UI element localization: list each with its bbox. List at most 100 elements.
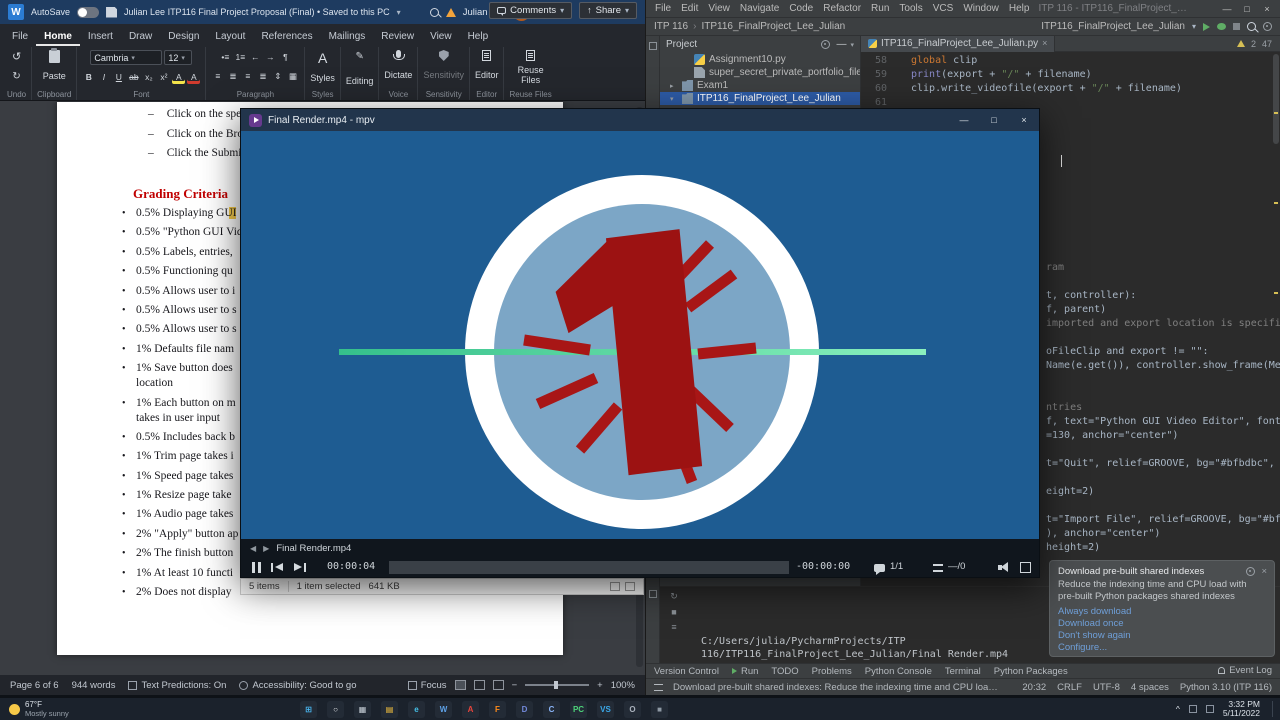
taskbar-app-discord[interactable]: D <box>516 700 533 718</box>
tool-window-button-todo[interactable]: TODO <box>771 666 798 677</box>
show-desktop-button[interactable] <box>1272 701 1274 717</box>
breadcrumb[interactable]: ITP116_FinalProject_Lee_Julian <box>701 21 845 32</box>
taskbar-app-app-dark[interactable]: ■ <box>651 700 668 718</box>
statusbar-menu-icon[interactable] <box>654 683 663 691</box>
playlist-icon[interactable] <box>933 564 943 572</box>
styles-button[interactable]: Styles <box>310 73 335 83</box>
accessibility-status[interactable]: Accessibility: Good to go <box>239 680 357 691</box>
format-button[interactable]: A <box>172 71 185 84</box>
project-tree-item-super-secret-private-portfolio-file-dat[interactable]: super_secret_private_portfolio_file.dat <box>660 66 860 79</box>
paragraph-button[interactable]: ≡ <box>241 70 254 83</box>
zoom-slider[interactable] <box>525 681 590 689</box>
ribbon-tab-file[interactable]: File <box>4 28 36 46</box>
save-icon[interactable] <box>106 6 118 18</box>
weather-widget[interactable]: 67°F Mostly sunny <box>0 700 78 718</box>
ribbon-tab-review[interactable]: Review <box>373 28 422 46</box>
format-button[interactable]: I <box>97 71 110 84</box>
tray-icon[interactable] <box>1188 705 1197 713</box>
ribbon-tab-view[interactable]: View <box>422 28 460 46</box>
bookmarks-stripe-icon[interactable] <box>648 590 657 598</box>
clock[interactable]: 3:32 PM 5/11/2022 <box>1223 699 1260 719</box>
paragraph-button[interactable]: ▦ <box>286 70 299 83</box>
font-size-select[interactable]: 12 <box>164 50 193 65</box>
notification-close-icon[interactable]: × <box>1261 566 1267 577</box>
tool-window-button-python-packages[interactable]: Python Packages <box>994 666 1068 677</box>
close-button[interactable]: × <box>1258 4 1276 14</box>
tool-window-button-version-control[interactable]: Version Control <box>654 666 719 677</box>
title-dropdown-icon[interactable] <box>397 7 401 17</box>
undo-button[interactable] <box>10 50 23 63</box>
debug-button[interactable] <box>1217 23 1226 30</box>
taskbar-app-obs[interactable]: O <box>624 700 641 718</box>
menu-item[interactable]: VCS <box>928 1 959 16</box>
editor-scrollbar[interactable] <box>1273 54 1279 144</box>
menu-item[interactable]: Help <box>1004 1 1035 16</box>
taskbar-app-word[interactable]: W <box>435 700 452 718</box>
zoom-level[interactable]: 100% <box>611 680 635 691</box>
tool-window-button-run[interactable]: Run <box>732 666 758 677</box>
project-options-gear-icon[interactable] <box>821 40 831 49</box>
notification-link[interactable]: Configure... <box>1058 642 1266 653</box>
paragraph-button[interactable]: •≡ <box>219 50 232 63</box>
reuse-files-button[interactable]: Reuse Files <box>511 65 551 85</box>
tool-window-button-terminal[interactable]: Terminal <box>945 666 981 677</box>
close-button[interactable]: × <box>1009 109 1039 131</box>
statusbar-message[interactable]: Download pre-built shared indexes: Reduc… <box>673 682 1003 693</box>
run-config-caret-icon[interactable] <box>1192 21 1196 32</box>
ribbon-tab-design[interactable]: Design <box>160 28 207 46</box>
paragraph-button[interactable]: 1≡ <box>234 50 247 63</box>
previous-button[interactable] <box>271 563 284 572</box>
pause-button[interactable] <box>252 562 261 573</box>
status-segment[interactable]: Python 3.10 (ITP 116) <box>1180 682 1272 693</box>
taskbar-app-firefox[interactable]: F <box>489 700 506 718</box>
paste-button[interactable]: Paste <box>43 71 66 81</box>
thumbnails-view-icon[interactable] <box>625 582 635 591</box>
print-layout-button[interactable] <box>473 680 485 690</box>
alert-icon[interactable] <box>445 7 456 17</box>
search-everywhere-icon[interactable] <box>1247 22 1256 31</box>
zoom-in-button[interactable]: + <box>597 680 603 691</box>
taskbar-app-edge[interactable]: e <box>408 700 425 718</box>
web-layout-button[interactable] <box>492 680 504 690</box>
taskbar-app-pycharm[interactable]: PC <box>570 700 587 718</box>
details-view-icon[interactable] <box>610 582 620 591</box>
project-panel-header[interactable]: Project — <box>660 36 860 53</box>
taskbar-app-vscode[interactable]: VS <box>597 700 614 718</box>
playlist-prev-icon[interactable]: ◀ <box>250 544 256 553</box>
comments-button[interactable]: Comments <box>489 2 573 19</box>
format-button[interactable]: A <box>187 71 200 84</box>
menu-item[interactable]: Run <box>866 1 894 16</box>
taskbar-app-app-red[interactable]: A <box>462 700 479 718</box>
share-button[interactable]: Share <box>579 2 637 19</box>
status-segment[interactable]: UTF-8 <box>1093 682 1120 693</box>
tool-window-button-problems[interactable]: Problems <box>812 666 852 677</box>
read-mode-button[interactable] <box>454 680 466 690</box>
format-button[interactable]: x₂ <box>142 71 155 84</box>
format-button[interactable]: U <box>112 71 125 84</box>
word-count[interactable]: 944 words <box>72 680 116 691</box>
next-button[interactable] <box>293 563 306 572</box>
editor-button[interactable]: Editor <box>475 70 499 80</box>
pycharm-titlebar[interactable]: File Edit View Navigate Code Refactor Run Tools… <box>646 0 1280 18</box>
run-configuration-select[interactable]: ITP116_FinalProject_Lee_Julian <box>1041 21 1185 32</box>
status-segment[interactable]: CRLF <box>1057 682 1082 693</box>
redo-button[interactable] <box>10 70 23 83</box>
paragraph-button[interactable]: ⇕ <box>271 70 284 83</box>
ribbon-tab-layout[interactable]: Layout <box>207 28 253 46</box>
seekbar[interactable] <box>389 561 789 574</box>
menu-item[interactable]: Edit <box>676 1 703 16</box>
mpv-titlebar[interactable]: Final Render.mp4 - mpv — □ × <box>241 109 1039 131</box>
ribbon-tab-draw[interactable]: Draw <box>121 28 160 46</box>
minimize-button[interactable]: — <box>949 109 979 131</box>
menu-item[interactable]: File <box>650 1 676 16</box>
project-tree-item-itp116-finalproject-lee-julian[interactable]: ▾ ITP116_FinalProject_Lee_Julian <box>660 92 860 105</box>
paragraph-button[interactable]: ≡ <box>211 70 224 83</box>
ribbon-tab-insert[interactable]: Insert <box>80 28 121 46</box>
typo-count[interactable]: 47 <box>1262 39 1272 49</box>
settings-gear-icon[interactable] <box>1263 22 1272 31</box>
ribbon-tab-mailings[interactable]: Mailings <box>321 28 374 46</box>
project-tree-item-assignment10-py[interactable]: Assignment10.py <box>660 53 860 66</box>
ribbon-tab-references[interactable]: References <box>253 28 320 46</box>
ribbon-tab-home[interactable]: Home <box>36 28 80 46</box>
warning-stripe-mark[interactable] <box>1274 202 1278 204</box>
